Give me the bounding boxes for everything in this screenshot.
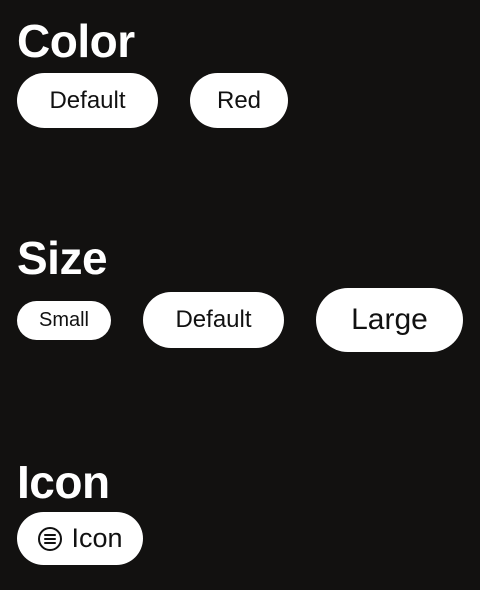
size-small-button[interactable]: Small (17, 301, 111, 340)
color-red-label: Red (216, 86, 262, 114)
color-default-label: Default (49, 86, 126, 114)
list-icon (37, 526, 63, 552)
size-default-label: Default (175, 306, 252, 333)
size-small-label: Small (38, 309, 89, 331)
icon-section-title: Icon (17, 456, 110, 508)
size-large-button[interactable]: Large (316, 288, 463, 352)
color-section-title: Color (17, 15, 135, 67)
icon-button-label: Icon (71, 523, 123, 553)
color-red-button[interactable]: Red (190, 73, 288, 128)
size-section-title: Size (17, 232, 108, 284)
size-large-label: Large (351, 303, 428, 336)
size-default-button[interactable]: Default (143, 292, 284, 348)
icon-button[interactable]: Icon (17, 512, 143, 565)
color-default-button[interactable]: Default (17, 73, 158, 128)
